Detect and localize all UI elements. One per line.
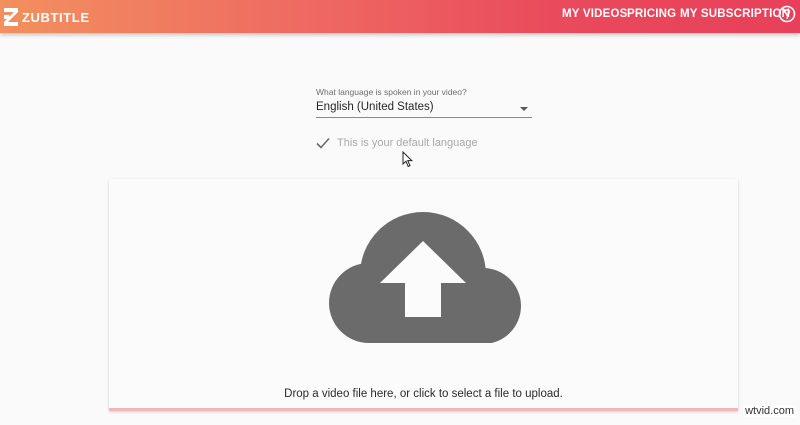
nav-my-videos[interactable]: MY VIDEOS (562, 8, 628, 20)
language-select[interactable]: English (United States) (316, 99, 532, 118)
language-selected-value: English (United States) (316, 101, 434, 113)
watermark: wtvid.com (743, 405, 796, 417)
default-language-text: This is your default language (337, 137, 478, 149)
brand-name: ZUBTITLE (22, 9, 90, 25)
file-dropzone[interactable]: Drop a video file here, or click to sele… (109, 179, 738, 411)
nav-my-subscription[interactable]: MY SUBSCRIPTION (680, 8, 790, 20)
checkmark-icon (316, 137, 330, 149)
brand-logo[interactable]: ZUBTITLE (4, 7, 90, 27)
dropzone-bottom-bar (109, 408, 738, 411)
top-nav-bar: ZUBTITLE MY VIDEOS PRICING MY SUBSCRIPTI… (0, 0, 800, 33)
cloud-upload-icon (329, 212, 521, 343)
language-field: What language is spoken in your video? E… (316, 87, 532, 118)
nav-pricing[interactable]: PRICING (627, 8, 676, 20)
zubtitle-logo-icon (4, 8, 18, 26)
language-label: What language is spoken in your video? (316, 87, 467, 97)
help-circle-icon[interactable] (778, 5, 796, 23)
mouse-pointer-icon (402, 151, 413, 168)
dropzone-instructions: Drop a video file here, or click to sele… (284, 388, 563, 400)
default-language-toggle[interactable]: This is your default language (316, 137, 478, 149)
dropdown-caret-icon (520, 107, 528, 111)
